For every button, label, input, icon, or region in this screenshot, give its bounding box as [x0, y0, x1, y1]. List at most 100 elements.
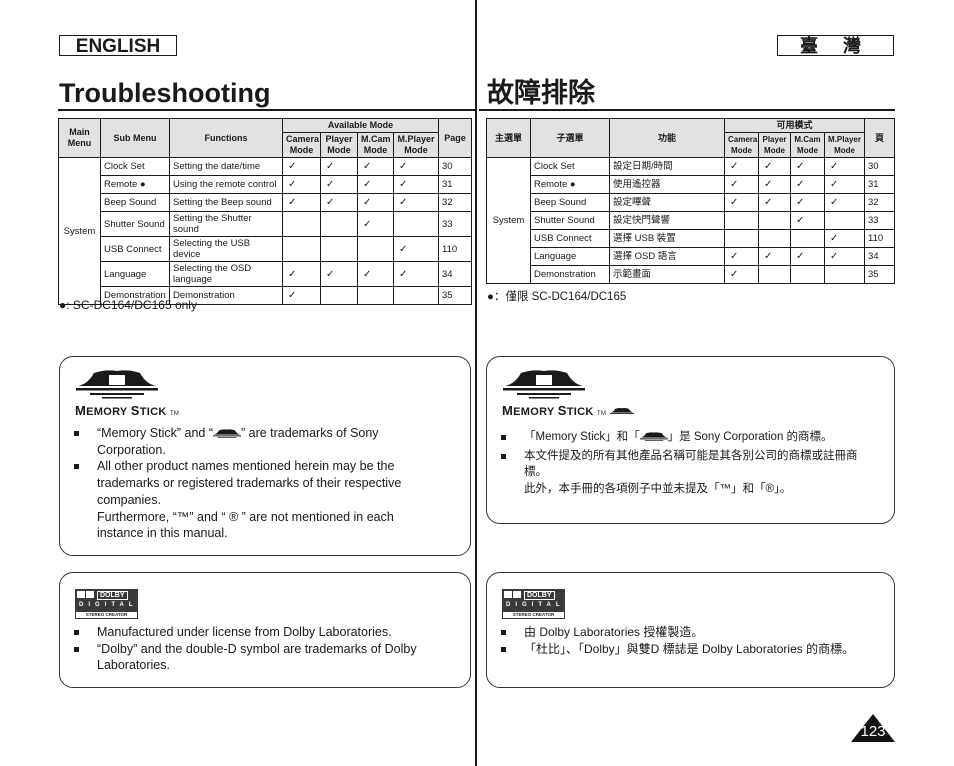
mode-cell	[393, 211, 439, 237]
dolby-logo-digital: DIGITAL	[79, 602, 138, 608]
bullet-icon	[501, 435, 506, 440]
list-item: 「Memory Stick」和「 」是 Sony Corporation 的商標。	[487, 429, 877, 446]
function-cell: 選擇 USB 裝置	[609, 229, 725, 248]
checkmark-icon: ✓	[790, 193, 825, 212]
checkmark-icon: ✓	[724, 193, 759, 212]
checkmark-icon: ✓	[393, 236, 439, 262]
header-player-mode: Player Mode	[320, 132, 358, 158]
sub-menu-cell: USB Connect	[100, 236, 170, 262]
bullet-icon	[74, 646, 79, 652]
bullet-icon	[501, 646, 506, 652]
checkmark-icon: ✓	[393, 261, 439, 287]
header-player-mode: Player Mode	[758, 132, 791, 158]
dolby-logo-stereo: STEREO CREATOR	[503, 612, 564, 618]
mode-cell	[758, 211, 791, 230]
checkmark-icon: ✓	[320, 193, 358, 212]
sub-menu-cell: USB Connect	[530, 229, 610, 248]
header-mplayer-mode: M.Player Mode	[823, 132, 866, 158]
list-item: 本文件提及的所有其他產品名稱可能是其各別公司的商標或註冊商標。 此外，本手冊的各項…	[487, 448, 877, 498]
checkmark-icon: ✓	[357, 175, 394, 194]
header-available-mode: 可用模式	[723, 118, 866, 133]
checkmark-icon: ✓	[823, 175, 866, 194]
page-number: 123	[860, 723, 886, 740]
function-cell: 設定快門聲響	[609, 211, 725, 230]
title-rule-english	[58, 109, 475, 111]
function-cell: 設定日期/時間	[609, 157, 725, 176]
sub-menu-cell: Shutter Sound	[100, 211, 170, 237]
mode-cell	[393, 286, 439, 305]
header-page: Page	[438, 118, 472, 158]
table-row: USB Connect 選擇 USB 裝置 ✓ 110	[487, 229, 896, 248]
function-cell: Selecting the OSD language	[169, 261, 283, 287]
function-cell: Setting the Beep sound	[169, 193, 283, 212]
mode-cell	[758, 265, 791, 284]
table-row: Shutter Sound 設定快門聲響 ✓ 33	[487, 211, 896, 230]
mode-cell	[823, 211, 866, 230]
checkmark-icon: ✓	[393, 157, 439, 176]
page-cell: 33	[864, 211, 896, 230]
checkmark-icon: ✓	[393, 193, 439, 212]
sub-menu-cell: Demonstration	[530, 265, 610, 284]
memory-stick-notice-taiwan: MEMORY STICK TM 「Memory Stick」和「 」是 Sony …	[486, 356, 895, 524]
function-cell: 設定嗶聲	[609, 193, 725, 212]
sub-menu-cell: Remote ●	[100, 175, 170, 194]
mode-cell	[823, 265, 866, 284]
page-cell: 110	[438, 236, 472, 262]
page-cell: 30	[438, 157, 472, 176]
list-item: “Dolby” and the double-D symbol are trad…	[60, 641, 445, 674]
checkmark-icon: ✓	[320, 175, 358, 194]
page-cell: 33	[438, 211, 472, 237]
page-cell: 34	[438, 261, 472, 287]
header-sub-menu: Sub Menu	[100, 118, 170, 158]
main-menu-cell: System	[58, 157, 101, 305]
checkmark-icon: ✓	[823, 193, 866, 212]
memory-stick-wordmark: MEMORY STICK TM	[502, 403, 634, 419]
table-row: Remote ● 使用遙控器 ✓ ✓ ✓ ✓ 31	[487, 175, 896, 194]
settings-table-english: Main Menu Sub Menu Functions Available M…	[58, 118, 472, 305]
mode-cell	[790, 229, 825, 248]
dolby-logo-stereo: STEREO CREATOR	[76, 612, 137, 618]
checkmark-icon: ✓	[724, 247, 759, 266]
dolby-notice-taiwan: DOLBY DIGITAL STEREO CREATOR 由 Dolby Lab…	[486, 572, 895, 688]
dolby-bullets: 由 Dolby Laboratories 授權製造。 「杜比」、「Dolby」與…	[487, 624, 877, 657]
mode-cell	[357, 286, 394, 305]
page-cell: 32	[438, 193, 472, 212]
table-row: Beep Sound Setting the Beep sound ✓ ✓ ✓ ✓ 32	[59, 193, 472, 212]
function-cell: Setting the date/time	[169, 157, 283, 176]
checkmark-icon: ✓	[790, 247, 825, 266]
checkmark-icon: ✓	[357, 261, 394, 287]
model-footnote-taiwan: ●：僅限 SC-DC164/DC165	[487, 291, 627, 303]
sub-menu-cell: Shutter Sound	[530, 211, 610, 230]
header-page: 頁	[864, 118, 896, 158]
dolby-logo-word: DOLBY	[97, 591, 128, 600]
checkmark-icon: ✓	[282, 286, 321, 305]
checkmark-icon: ✓	[282, 193, 321, 212]
sub-menu-cell: Language	[100, 261, 170, 287]
page-divider	[475, 0, 477, 766]
checkmark-icon: ✓	[282, 175, 321, 194]
mode-cell	[758, 229, 791, 248]
memory-stick-logo-icon	[639, 432, 668, 441]
sub-menu-cell: Language	[530, 247, 610, 266]
title-rule-taiwan	[479, 109, 895, 111]
bullet-icon	[74, 431, 79, 436]
list-item: 「杜比」、「Dolby」與雙D 標誌是 Dolby Laboratories 的…	[487, 641, 877, 658]
bullet-icon	[501, 453, 506, 459]
mode-cell	[320, 236, 358, 262]
checkmark-icon: ✓	[823, 157, 866, 176]
header-mcam-mode: M.Cam Mode	[790, 132, 825, 158]
table-row: Shutter Sound Setting the Shutter sound ✓ 3…	[59, 211, 472, 237]
header-camera-mode: Camera Mode	[282, 132, 321, 158]
list-item: “Memory Stick” and “” are trademarks of …	[60, 425, 430, 458]
function-cell: Using the remote control	[169, 175, 283, 194]
checkmark-icon: ✓	[282, 261, 321, 287]
settings-table-taiwan: 主選單 子選單 功能 可用模式 頁 Camera Mode Player Mod…	[486, 118, 896, 284]
checkmark-icon: ✓	[724, 175, 759, 194]
checkmark-icon: ✓	[357, 193, 394, 212]
table-body: System Clock Set Setting the date/time ✓ ✓ ✓ ✓…	[58, 157, 472, 305]
table-row: Demonstration 示範畫面 ✓ 35	[487, 265, 896, 284]
dolby-logo-digital: DIGITAL	[506, 602, 565, 608]
memory-stick-logo-icon	[503, 370, 585, 399]
mode-cell	[282, 236, 321, 262]
memory-stick-wordmark: MEMORY STICK TM	[75, 403, 180, 418]
